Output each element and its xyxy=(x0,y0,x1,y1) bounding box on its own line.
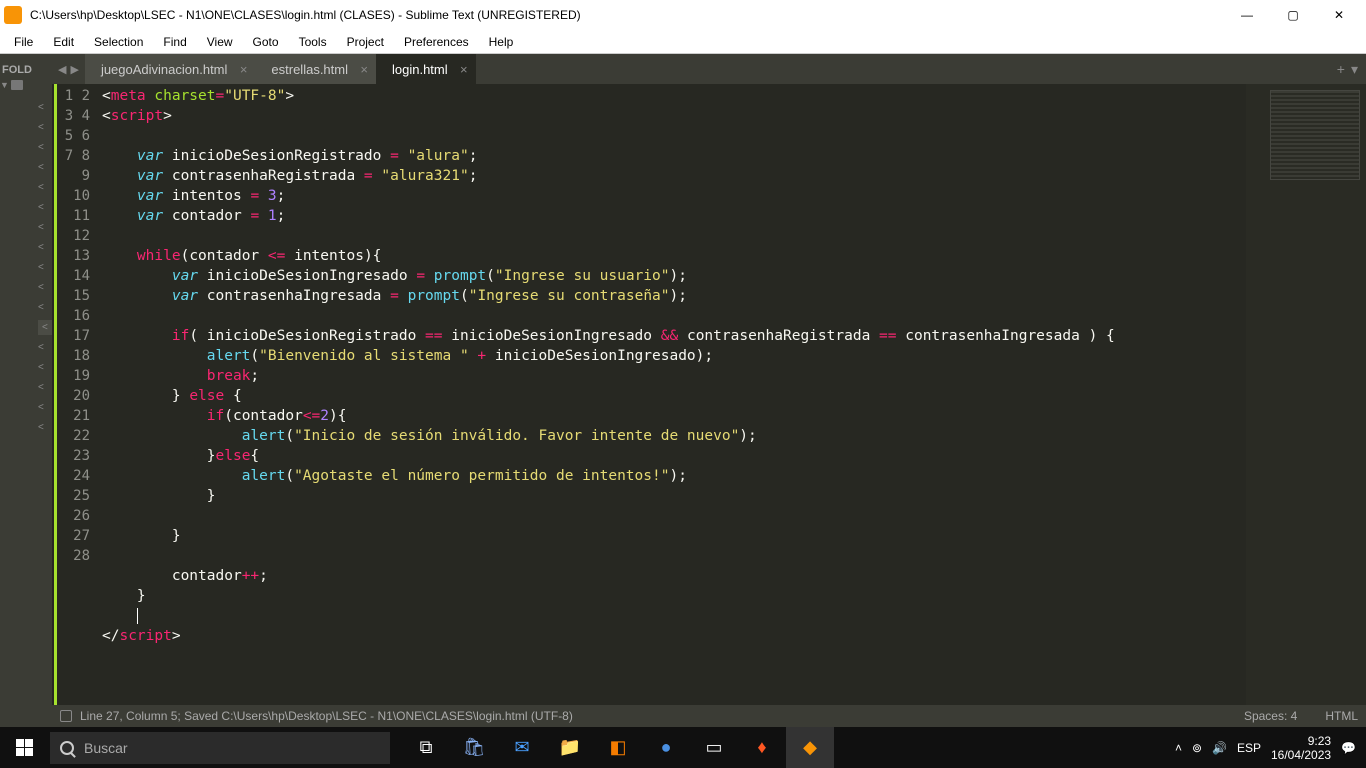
start-button[interactable] xyxy=(0,727,48,768)
tab-label: juegoAdivinacion.html xyxy=(101,62,227,77)
gutter-line-numbers: 1 2 3 4 5 6 7 8 9 10 11 12 13 14 15 16 1… xyxy=(54,84,102,705)
tab-bar: ◀ ▶ juegoAdivinacion.html × estrellas.ht… xyxy=(52,54,1366,84)
tab-login[interactable]: login.html × xyxy=(376,54,476,84)
new-tab-icon[interactable]: + xyxy=(1337,61,1345,78)
maximize-button[interactable]: ▢ xyxy=(1270,0,1316,30)
task-view-icon[interactable]: ⧉ xyxy=(402,727,450,768)
menu-edit[interactable]: Edit xyxy=(43,33,84,51)
sidebar-file-marks: <<<<<<<<<<<<<<<<< xyxy=(38,100,52,435)
close-icon[interactable]: × xyxy=(240,62,248,77)
menu-selection[interactable]: Selection xyxy=(84,33,153,51)
panel-switcher-icon[interactable] xyxy=(60,710,72,722)
close-icon[interactable]: × xyxy=(460,62,468,77)
search-placeholder: Buscar xyxy=(84,740,128,756)
menu-project[interactable]: Project xyxy=(337,33,394,51)
menu-preferences[interactable]: Preferences xyxy=(394,33,479,51)
menu-view[interactable]: View xyxy=(197,33,243,51)
tab-menu-icon[interactable]: ▾ xyxy=(1351,61,1358,78)
menu-file[interactable]: File xyxy=(4,33,43,51)
tab-label: estrellas.html xyxy=(271,62,348,77)
window-titlebar: C:\Users\hp\Desktop\LSEC - N1\ONE\CLASES… xyxy=(0,0,1366,30)
xampp-icon[interactable]: ◧ xyxy=(594,727,642,768)
folder-icon xyxy=(11,80,23,90)
tray-chevron-up-icon[interactable]: ˄ xyxy=(1175,741,1182,755)
search-icon xyxy=(60,741,74,755)
tab-nav-back-icon[interactable]: ◀ xyxy=(58,63,66,76)
menu-find[interactable]: Find xyxy=(153,33,196,51)
window-title: C:\Users\hp\Desktop\LSEC - N1\ONE\CLASES… xyxy=(30,8,1224,22)
windows-taskbar: Buscar ⧉ 🛍 ✉ 📁 ◧ ● ▭ ♦ ◆ ˄ ⊚ 🔊 ESP 9:23 … xyxy=(0,727,1366,768)
file-explorer-icon[interactable]: 📁 xyxy=(546,727,594,768)
close-icon[interactable]: × xyxy=(360,62,368,77)
sidebar-folders-label: FOLD xyxy=(0,60,52,80)
minimize-button[interactable]: — xyxy=(1224,0,1270,30)
folder-sidebar[interactable]: FOLD ▼ <<<<<<<<<<<<<<<<< xyxy=(0,54,52,727)
tab-estrellas[interactable]: estrellas.html × xyxy=(255,54,376,84)
tray-volume-icon[interactable]: 🔊 xyxy=(1212,741,1227,755)
menu-help[interactable]: Help xyxy=(479,33,524,51)
brave-icon[interactable]: ♦ xyxy=(738,727,786,768)
tray-notifications-icon[interactable]: 💬 xyxy=(1341,741,1356,755)
tab-juegoadivinacion[interactable]: juegoAdivinacion.html × xyxy=(85,54,255,84)
menu-bar: File Edit Selection Find View Goto Tools… xyxy=(0,30,1366,54)
minimap[interactable] xyxy=(1246,84,1366,705)
app-icon xyxy=(4,6,22,24)
tab-label: login.html xyxy=(392,62,448,77)
zoom-icon[interactable]: ● xyxy=(642,727,690,768)
sidebar-folder-item[interactable]: ▼ xyxy=(0,80,52,90)
status-language[interactable]: HTML xyxy=(1325,709,1358,723)
tab-nav-forward-icon[interactable]: ▶ xyxy=(70,63,78,76)
tray-clock[interactable]: 9:23 16/04/2023 xyxy=(1271,734,1331,762)
code-editor[interactable]: 1 2 3 4 5 6 7 8 9 10 11 12 13 14 15 16 1… xyxy=(52,84,1366,705)
windows-logo-icon xyxy=(16,739,33,756)
menu-tools[interactable]: Tools xyxy=(289,33,337,51)
status-bar: Line 27, Column 5; Saved C:\Users\hp\Des… xyxy=(52,705,1366,727)
notepad-icon[interactable]: ▭ xyxy=(690,727,738,768)
taskbar-search[interactable]: Buscar xyxy=(50,732,390,764)
status-text: Line 27, Column 5; Saved C:\Users\hp\Des… xyxy=(80,709,573,723)
code-area[interactable]: <meta charset="UTF-8"> <script> var inic… xyxy=(102,84,1246,705)
tray-wifi-icon[interactable]: ⊚ xyxy=(1192,741,1202,755)
menu-goto[interactable]: Goto xyxy=(243,33,289,51)
sublime-icon[interactable]: ◆ xyxy=(786,727,834,768)
status-spaces[interactable]: Spaces: 4 xyxy=(1244,709,1297,723)
mail-icon[interactable]: ✉ xyxy=(498,727,546,768)
minimap-viewport[interactable] xyxy=(1270,90,1360,180)
tray-language[interactable]: ESP xyxy=(1237,741,1261,755)
store-icon[interactable]: 🛍 xyxy=(450,727,498,768)
close-button[interactable]: ✕ xyxy=(1316,0,1362,30)
